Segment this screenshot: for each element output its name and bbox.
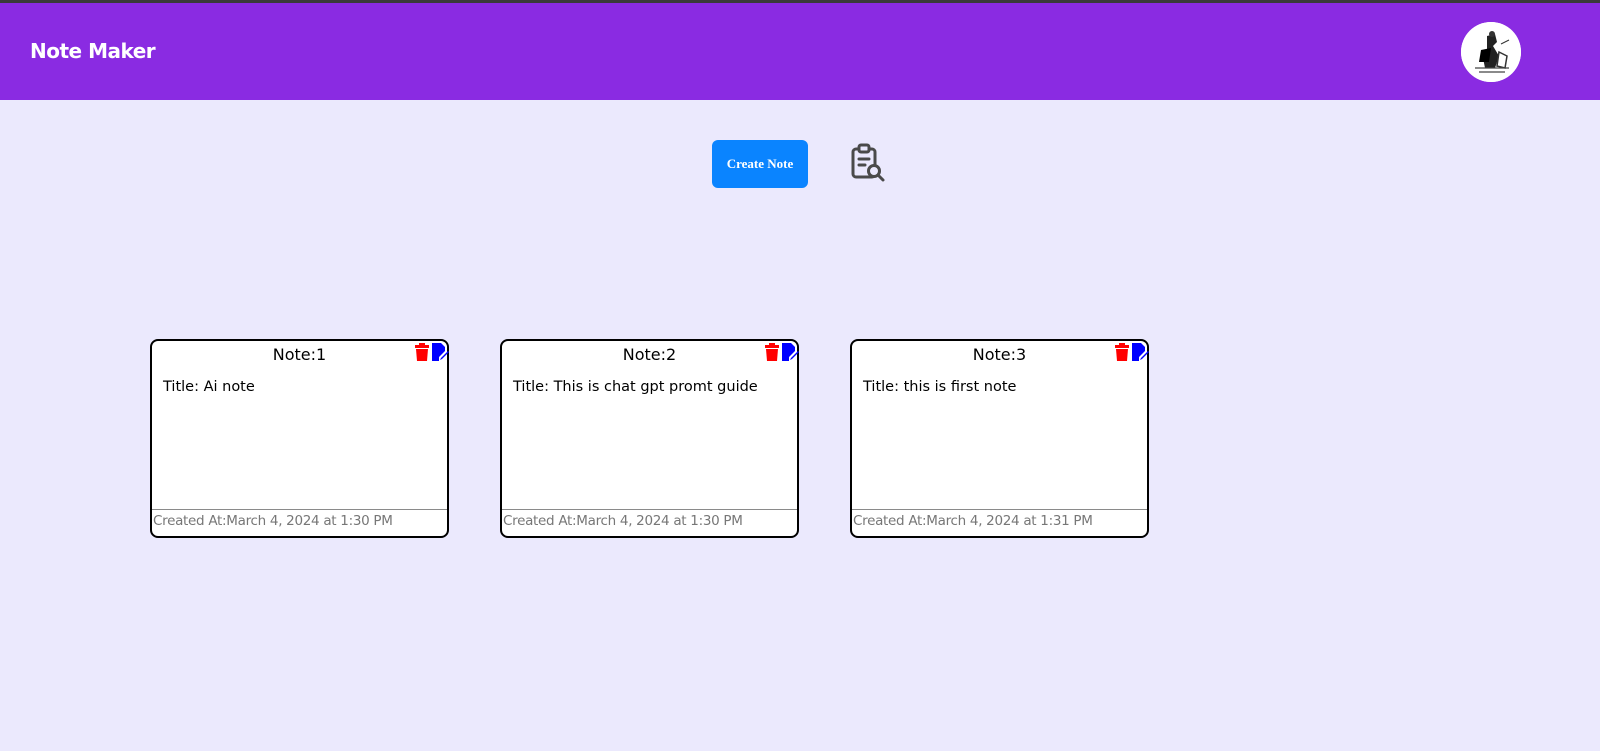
note-heading: Note:2 <box>622 345 677 364</box>
note-card: Note:2 Title: This is chat gpt promt gui… <box>500 339 799 538</box>
create-note-button[interactable]: Create Note <box>712 140 808 188</box>
note-title: Title: this is first note <box>863 379 1017 395</box>
note-title: Title: Ai note <box>163 379 255 395</box>
delete-icon[interactable] <box>415 343 429 361</box>
note-created-at: Created At:March 4, 2024 at 1:31 PM <box>853 513 1093 529</box>
note-footer: Created At:March 4, 2024 at 1:30 PM <box>152 509 447 536</box>
edit-icon[interactable] <box>432 343 449 361</box>
edit-icon[interactable] <box>1132 343 1149 361</box>
avatar[interactable] <box>1461 22 1521 82</box>
note-title: Title: This is chat gpt promt guide <box>513 379 758 395</box>
delete-icon[interactable] <box>765 343 779 361</box>
note-created-at: Created At:March 4, 2024 at 1:30 PM <box>153 513 393 529</box>
navbar: Note Maker <box>0 3 1600 100</box>
clipboard-search-icon[interactable] <box>850 143 886 183</box>
note-card: Note:1 Title: Ai note Created At:March 4… <box>150 339 449 538</box>
note-created-at: Created At:March 4, 2024 at 1:30 PM <box>503 513 743 529</box>
note-heading: Note:3 <box>972 345 1027 364</box>
note-footer: Created At:March 4, 2024 at 1:30 PM <box>502 509 797 536</box>
avatar-illustration-icon <box>1461 22 1521 82</box>
note-footer: Created At:March 4, 2024 at 1:31 PM <box>852 509 1147 536</box>
delete-icon[interactable] <box>1115 343 1129 361</box>
app-title[interactable]: Note Maker <box>30 39 156 63</box>
note-heading: Note:1 <box>272 345 327 364</box>
note-card: Note:3 Title: this is first note Created… <box>850 339 1149 538</box>
edit-icon[interactable] <box>782 343 799 361</box>
